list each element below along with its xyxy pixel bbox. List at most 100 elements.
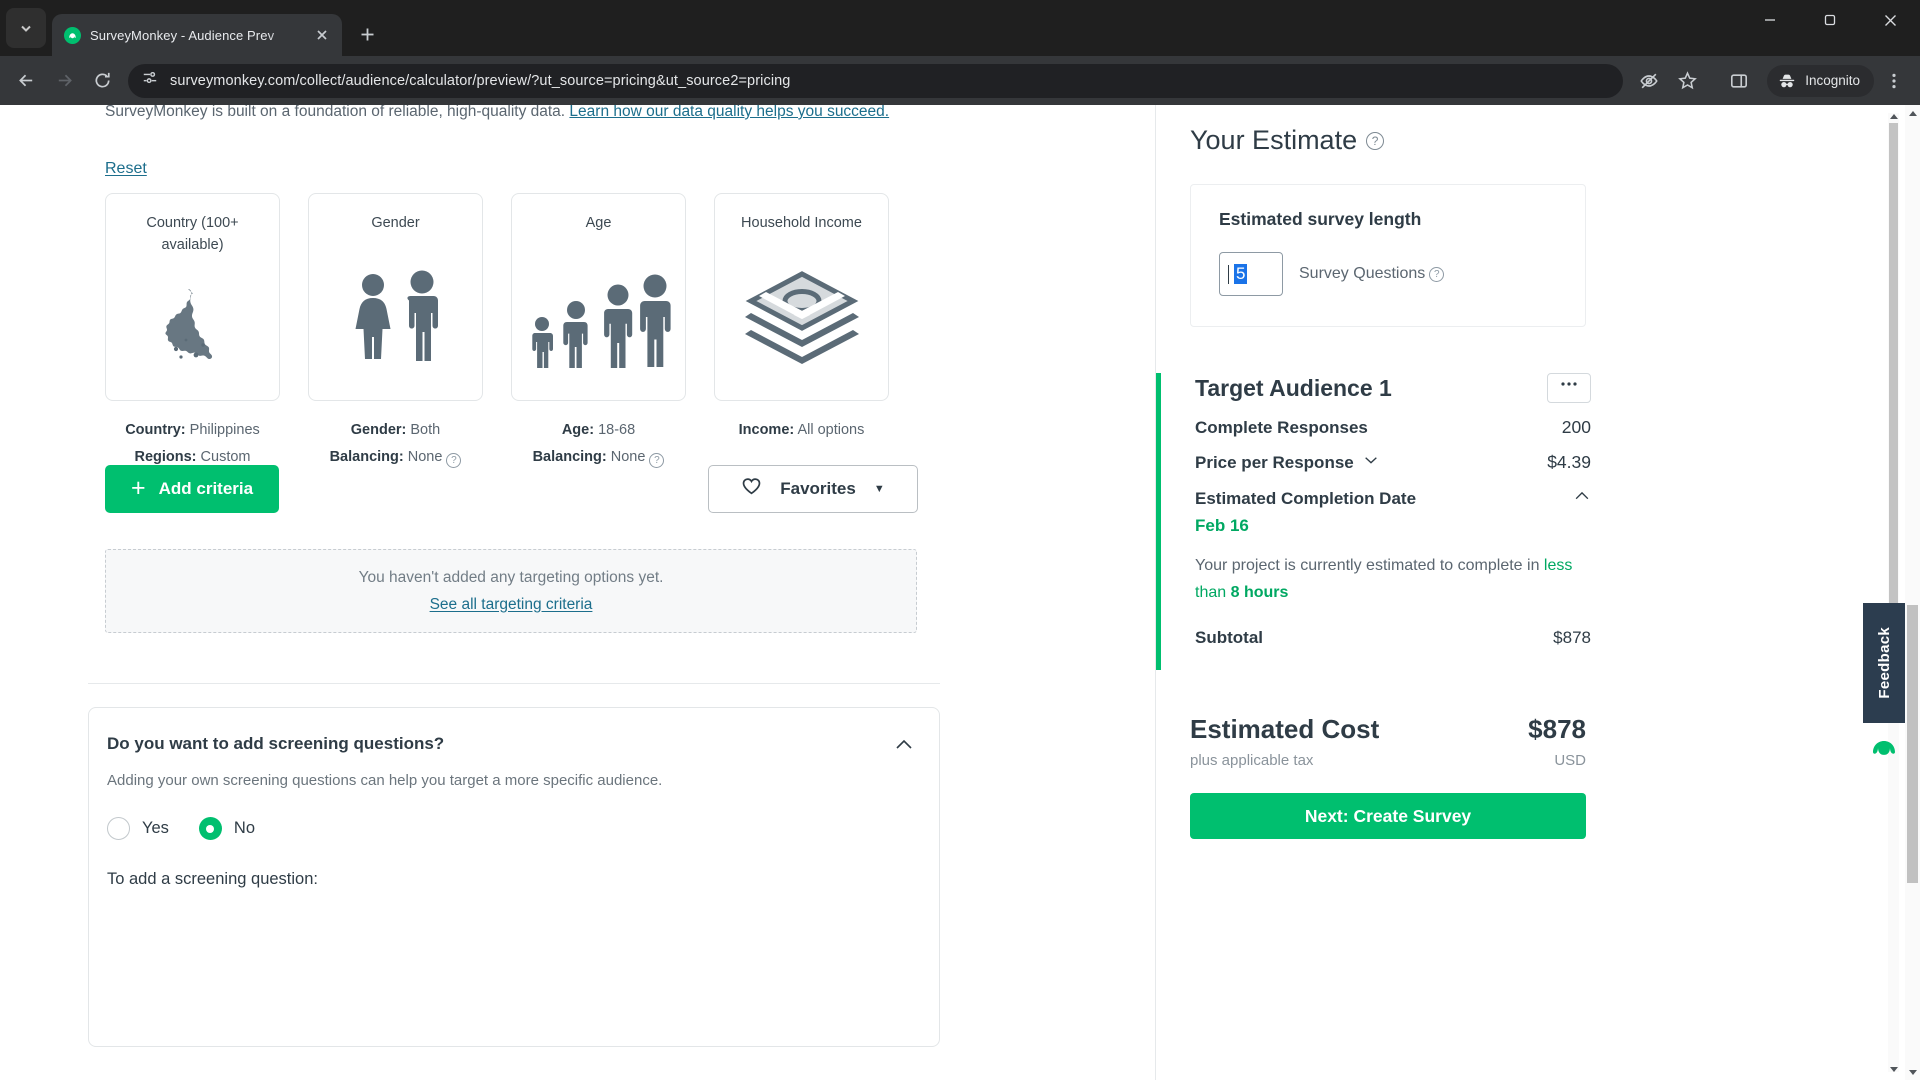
question-circle-icon[interactable]: ? <box>446 453 462 468</box>
completion-note-bold: 8 hours <box>1230 584 1289 601</box>
estimated-completion-label: Estimated Completion Date <box>1195 488 1417 508</box>
screening-radio-group: Yes No <box>107 817 915 840</box>
incognito-indicator[interactable]: Incognito <box>1767 64 1874 97</box>
back-arrow-icon[interactable] <box>8 63 44 99</box>
survey-length-card: Estimated survey length 5 Survey Questio… <box>1190 184 1586 327</box>
favorites-button[interactable]: Favorites ▼ <box>708 465 918 513</box>
tab-search-button[interactable] <box>6 8 46 48</box>
meta-label: Balancing: <box>532 449 607 465</box>
reload-icon[interactable] <box>84 63 120 99</box>
complete-responses-label: Complete Responses <box>1195 417 1368 437</box>
tab-title: SurveyMonkey - Audience Prev <box>90 27 275 43</box>
chevron-up-icon[interactable] <box>893 734 915 756</box>
criteria-gender: Gender Gender: Both Balancing: None ? <box>308 193 483 471</box>
meta-label: Gender: <box>350 422 407 438</box>
scroll-down-arrow-icon[interactable] <box>1888 1064 1899 1074</box>
targeting-empty-state: You haven't added any targeting options … <box>105 549 917 633</box>
minimize-icon[interactable] <box>1740 0 1800 40</box>
intro-paragraph: SurveyMonkey is built on a foundation of… <box>105 105 1035 127</box>
tab-strip: SurveyMonkey - Audience Prev <box>0 0 1920 56</box>
meta-label: Country: <box>125 422 186 438</box>
estimated-completion-row[interactable]: Estimated Completion Date <box>1195 487 1591 510</box>
close-icon[interactable] <box>310 23 334 47</box>
question-circle-icon[interactable]: ? <box>1429 266 1445 282</box>
page-info-icon[interactable] <box>142 70 158 91</box>
meta-label: Age: <box>561 422 595 438</box>
criteria-household-income: Household Income Income: All options <box>714 193 889 471</box>
criteria-card-title: Age <box>585 215 612 231</box>
subtotal-value: $878 <box>1553 628 1591 647</box>
page-scrollbar-thumb[interactable] <box>1907 605 1918 883</box>
surveymonkey-logo-icon[interactable] <box>1867 733 1901 761</box>
survey-length-row: 5 Survey Questions ? <box>1219 252 1557 296</box>
meta-value: None <box>407 449 443 465</box>
screening-questions-card: Do you want to add screening questions? … <box>88 707 940 1047</box>
criteria-card-title: Country (100+ available) <box>146 215 239 253</box>
surveymonkey-logo-icon <box>64 26 81 44</box>
question-circle-icon[interactable]: ? <box>649 453 665 468</box>
forward-arrow-icon <box>46 63 82 99</box>
estimated-cost-value: $878 <box>1528 714 1586 744</box>
criteria-age: Age Age: 18-68 Balancing: None ? <box>511 193 686 471</box>
target-audience-menu-button[interactable] <box>1547 373 1591 403</box>
criteria-meta-row: Income: All options <box>714 417 889 444</box>
radio-yes-label[interactable]: Yes <box>142 819 169 838</box>
address-bar[interactable]: surveymonkey.com/collect/audience/calcul… <box>128 63 1624 98</box>
question-circle-icon[interactable]: ? <box>1366 131 1385 150</box>
browser-tab[interactable]: SurveyMonkey - Audience Prev <box>52 14 342 56</box>
new-tab-button[interactable] <box>350 17 384 51</box>
page-title: Your Estimate <box>1190 125 1358 155</box>
radio-no-label[interactable]: No <box>234 819 255 838</box>
gender-people-icon <box>309 234 482 400</box>
estimated-completion-date: Feb 16 <box>1195 516 1249 535</box>
next-create-survey-button[interactable]: Next: Create Survey <box>1190 793 1586 839</box>
scroll-up-arrow-icon[interactable] <box>1888 111 1899 121</box>
text-caret <box>1228 264 1229 284</box>
criteria-meta-row: Gender: Both <box>308 417 483 444</box>
chevron-up-icon[interactable] <box>1573 487 1591 510</box>
page-content: SurveyMonkey is built on a foundation of… <box>0 105 1905 1080</box>
panel-scrollbar[interactable] <box>1888 113 1899 1072</box>
section-divider <box>88 683 940 684</box>
screening-footer-text: To add a screening question: <box>107 870 318 888</box>
window-close-icon[interactable] <box>1860 0 1920 40</box>
radio-no[interactable] <box>198 817 222 840</box>
eye-slash-icon[interactable] <box>1631 63 1667 99</box>
estimated-cost-label: Estimated Cost <box>1190 714 1380 744</box>
price-per-response-row[interactable]: Price per Response $4.39 <box>1195 452 1591 473</box>
meta-value: Both <box>410 422 441 438</box>
three-dot-menu-icon[interactable] <box>1876 63 1912 99</box>
survey-questions-input[interactable]: 5 <box>1219 252 1283 296</box>
screening-question-title: Do you want to add screening questions? <box>107 734 445 753</box>
screening-header: Do you want to add screening questions? <box>107 734 915 756</box>
panel-scrollbar-thumb[interactable] <box>1889 123 1898 628</box>
criteria-card[interactable]: Age <box>511 193 686 401</box>
age-people-icon <box>512 234 685 400</box>
side-panel-icon[interactable] <box>1721 63 1757 99</box>
feedback-tab[interactable]: Feedback <box>1863 603 1905 723</box>
radio-yes[interactable] <box>107 817 130 840</box>
scroll-up-arrow-icon[interactable] <box>1905 106 1920 120</box>
chevron-down-icon[interactable] <box>1363 452 1379 473</box>
data-quality-link[interactable]: Learn how our data quality helps you suc… <box>569 105 889 120</box>
complete-responses-value: 200 <box>1561 417 1591 437</box>
page-scrollbar[interactable] <box>1905 105 1920 1080</box>
criteria-card[interactable]: Gender <box>308 193 483 401</box>
tax-note: plus applicable tax <box>1190 752 1314 769</box>
maximize-icon[interactable] <box>1800 0 1860 40</box>
philippines-map-icon <box>106 256 279 400</box>
survey-questions-unit: Survey Questions <box>1299 265 1426 282</box>
meta-label: Balancing: <box>329 449 404 465</box>
incognito-label: Incognito <box>1805 73 1860 88</box>
estimated-cost-row: Estimated Cost $878 <box>1190 714 1586 745</box>
see-all-targeting-criteria-link[interactable]: See all targeting criteria <box>430 596 593 614</box>
star-icon[interactable] <box>1669 63 1705 99</box>
add-criteria-button[interactable]: + Add criteria <box>105 465 280 513</box>
price-per-response-label: Price per Response <box>1195 452 1379 473</box>
meta-value: Philippines <box>189 422 260 438</box>
reset-link[interactable]: Reset <box>105 160 147 178</box>
survey-length-title: Estimated survey length <box>1219 209 1422 229</box>
criteria-card[interactable]: Country (100+ available) <box>105 193 280 401</box>
criteria-card[interactable]: Household Income <box>714 193 889 401</box>
scroll-down-arrow-icon[interactable] <box>1905 1065 1920 1079</box>
